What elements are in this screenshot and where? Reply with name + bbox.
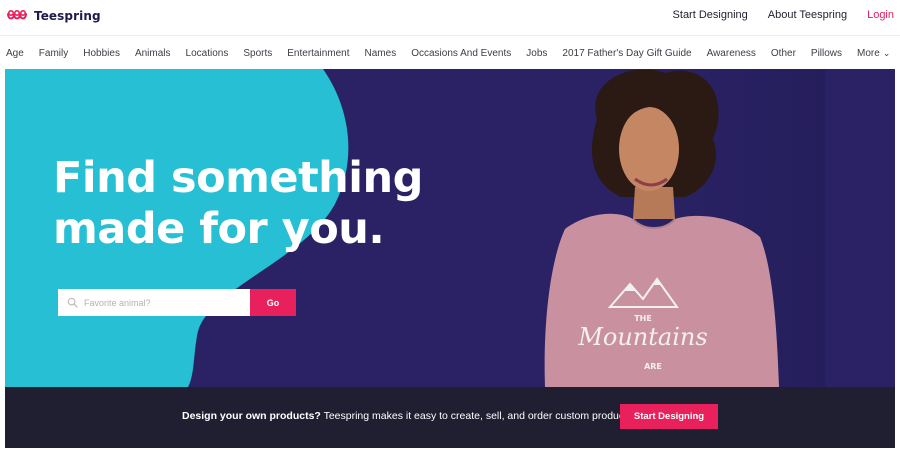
login-link[interactable]: Login: [867, 9, 894, 21]
shirt-text-mountains: Mountains: [577, 323, 707, 351]
category-nav: Age Family Hobbies Animals Locations Spo…: [0, 35, 900, 69]
start-designing-link[interactable]: Start Designing: [673, 9, 748, 21]
teespring-logo[interactable]: Teespring: [6, 8, 101, 24]
hero-search-box: [58, 289, 250, 316]
top-header: Teespring Start Designing About Teesprin…: [0, 0, 900, 34]
category-more-dropdown[interactable]: More ⌄: [857, 48, 890, 59]
headline-line-2: made for you.: [53, 204, 385, 254]
about-teespring-link[interactable]: About Teespring: [768, 9, 847, 21]
hero-section: THE Mountains ARE Find something made fo…: [5, 69, 895, 387]
shirt-text-the: THE: [634, 314, 652, 323]
category-locations[interactable]: Locations: [186, 48, 229, 59]
go-button[interactable]: Go: [250, 289, 296, 316]
headline-line-1: Find something: [53, 153, 423, 203]
category-jobs[interactable]: Jobs: [526, 48, 547, 59]
hero-headline: Find something made for you.: [53, 153, 423, 255]
design-banner: Design your own products? Teespring make…: [5, 387, 895, 448]
category-pillows[interactable]: Pillows: [811, 48, 842, 59]
banner-bold-text: Design your own products?: [182, 410, 321, 422]
category-age[interactable]: Age: [6, 48, 24, 59]
banner-body-text: Teespring makes it easy to create, sell,…: [320, 410, 636, 422]
hero-model-image: THE Mountains ARE: [525, 69, 825, 387]
category-hobbies[interactable]: Hobbies: [83, 48, 120, 59]
category-awareness[interactable]: Awareness: [707, 48, 756, 59]
top-nav-links: Start Designing About Teespring Login: [653, 9, 894, 21]
category-fathers-day-gift-guide[interactable]: 2017 Father's Day Gift Guide: [562, 48, 691, 59]
chevron-down-icon: ⌄: [882, 47, 891, 58]
shirt-text-are: ARE: [644, 362, 662, 371]
more-label: More: [857, 47, 880, 59]
start-designing-button[interactable]: Start Designing: [620, 404, 718, 429]
category-animals[interactable]: Animals: [135, 48, 171, 59]
teespring-logo-icon: [7, 9, 27, 20]
logo-text: Teespring: [34, 9, 101, 23]
banner-text: Design your own products? Teespring make…: [182, 410, 635, 422]
category-family[interactable]: Family: [39, 48, 68, 59]
category-other[interactable]: Other: [771, 48, 796, 59]
search-icon: [67, 297, 78, 308]
search-input[interactable]: [84, 297, 244, 308]
category-names[interactable]: Names: [365, 48, 397, 59]
category-occasions-and-events[interactable]: Occasions And Events: [411, 48, 511, 59]
category-sports[interactable]: Sports: [243, 48, 272, 59]
category-entertainment[interactable]: Entertainment: [287, 48, 349, 59]
